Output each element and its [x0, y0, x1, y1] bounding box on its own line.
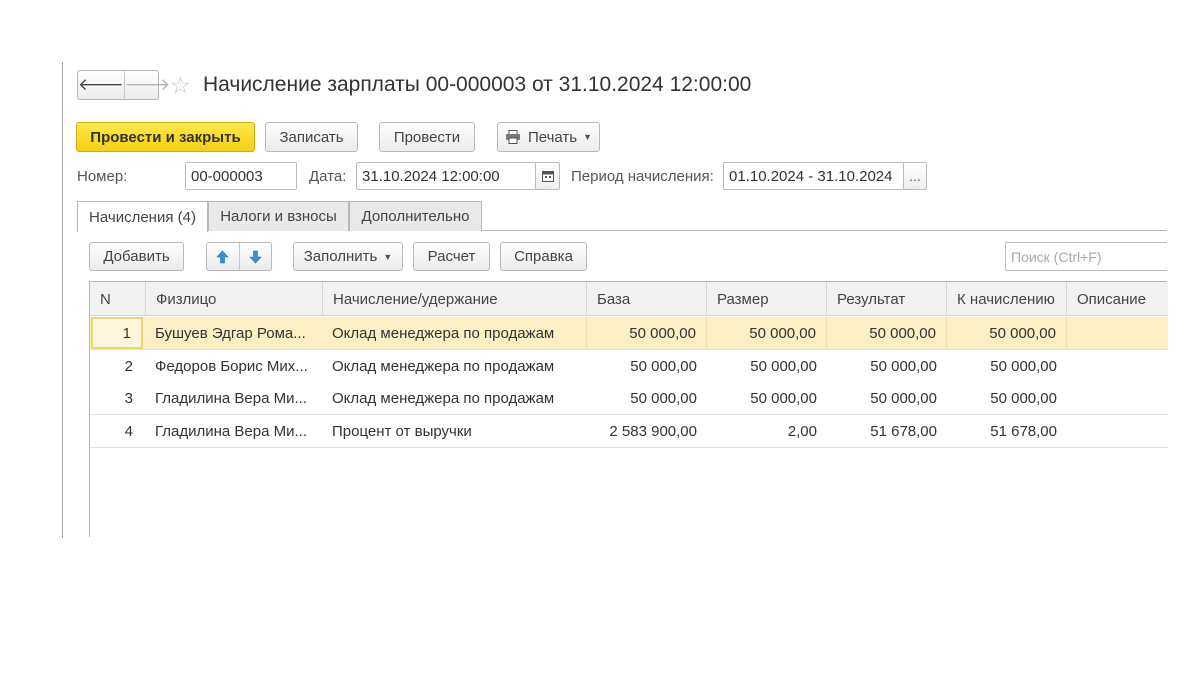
printer-icon — [505, 130, 521, 144]
post-and-close-button[interactable]: Провести и закрыть — [76, 122, 255, 152]
left-divider — [62, 62, 63, 538]
row-number: 3 — [124, 389, 133, 407]
base-cell[interactable]: 50 000,00 — [587, 350, 707, 382]
calendar-icon[interactable] — [535, 162, 560, 190]
table-row[interactable]: 2 Федоров Борис Мих... Оклад менеджера п… — [90, 350, 1168, 383]
post-button[interactable]: Провести — [379, 122, 475, 152]
date-field[interactable]: 31.10.2024 12:00:00 — [356, 162, 536, 190]
table-header: N Физлицо Начисление/удержание База Разм… — [90, 282, 1168, 316]
size-cell[interactable]: 2,00 — [707, 415, 827, 447]
move-row-buttons — [206, 242, 272, 271]
person-cell[interactable]: Бушуев Эдгар Рома... — [146, 317, 323, 349]
column-header-description[interactable]: Описание — [1067, 282, 1168, 316]
move-down-arrow-icon[interactable] — [238, 243, 272, 270]
document-window: 🡐 🡒 ☆ Начисление зарплаты 00-000003 от 3… — [0, 0, 1200, 675]
page-title: Начисление зарплаты 00-000003 от 31.10.2… — [203, 73, 752, 96]
row-number: 4 — [124, 422, 133, 440]
column-header-n[interactable]: N — [90, 282, 146, 316]
base-cell[interactable]: 50 000,00 — [587, 317, 707, 349]
column-header-result[interactable]: Результат — [827, 282, 947, 316]
person-cell[interactable]: Федоров Борис Мих... — [146, 350, 323, 382]
add-button[interactable]: Добавить — [89, 242, 184, 271]
base-cell[interactable]: 2 583 900,00 — [587, 415, 707, 447]
accrual-cell[interactable]: Оклад менеджера по продажам — [323, 382, 587, 414]
accrual-cell[interactable]: Оклад менеджера по продажам — [323, 350, 587, 382]
to-accrue-cell[interactable]: 50 000,00 — [947, 382, 1067, 414]
star-icon[interactable]: ☆ — [170, 71, 191, 99]
forward-arrow-icon[interactable]: 🡒 — [123, 71, 170, 99]
base-cell[interactable]: 50 000,00 — [587, 382, 707, 414]
move-up-arrow-icon[interactable] — [207, 243, 239, 270]
size-cell[interactable]: 50 000,00 — [707, 382, 827, 414]
period-label: Период начисления: — [571, 168, 714, 185]
person-cell[interactable]: Гладилина Вера Ми... — [146, 382, 323, 414]
fill-button-label: Заполнить — [303, 248, 378, 265]
history-nav: 🡐 🡒 — [77, 70, 170, 100]
print-button-label: Печать — [527, 128, 578, 146]
help-button[interactable]: Справка — [500, 242, 587, 271]
fill-button[interactable]: Заполнить ▼ — [293, 242, 403, 271]
column-header-to-accrue[interactable]: К начислению — [947, 282, 1067, 316]
result-cell[interactable]: 50 000,00 — [827, 350, 947, 382]
table-row[interactable]: 3 Гладилина Вера Ми... Оклад менеджера п… — [90, 382, 1168, 415]
number-label: Номер: — [77, 168, 128, 185]
chevron-down-icon: ▼ — [383, 251, 393, 262]
column-header-person[interactable]: Физлицо — [146, 282, 323, 316]
period-select-button[interactable]: ... — [903, 162, 927, 190]
to-accrue-cell[interactable]: 51 678,00 — [947, 415, 1067, 447]
table-row[interactable]: 4 Гладилина Вера Ми... Процент от выручк… — [90, 415, 1168, 448]
tab-additional[interactable]: Дополнительно — [349, 201, 482, 231]
description-cell[interactable] — [1067, 415, 1168, 447]
back-arrow-icon[interactable]: 🡐 — [78, 71, 124, 99]
column-header-size[interactable]: Размер — [707, 282, 827, 316]
number-field[interactable]: 00-000003 — [185, 162, 297, 190]
column-header-base[interactable]: База — [587, 282, 707, 316]
person-cell[interactable]: Гладилина Вера Ми... — [146, 415, 323, 447]
to-accrue-cell[interactable]: 50 000,00 — [947, 350, 1067, 382]
accrual-cell[interactable]: Оклад менеджера по продажам — [323, 317, 587, 349]
size-cell[interactable]: 50 000,00 — [707, 350, 827, 382]
description-cell[interactable] — [1067, 382, 1168, 414]
tab-taxes[interactable]: Налоги и взносы — [208, 201, 349, 231]
to-accrue-cell[interactable]: 50 000,00 — [947, 317, 1067, 349]
chevron-down-icon: ▼ — [583, 132, 593, 142]
result-cell[interactable]: 50 000,00 — [827, 382, 947, 414]
result-cell[interactable]: 50 000,00 — [827, 317, 947, 349]
date-label: Дата: — [309, 168, 347, 185]
description-cell[interactable] — [1067, 350, 1168, 382]
print-button[interactable]: Печать ▼ — [497, 122, 600, 152]
search-input[interactable]: Поиск (Ctrl+F) — [1005, 242, 1167, 271]
accruals-table: N Физлицо Начисление/удержание База Разм… — [89, 281, 1168, 537]
size-cell[interactable]: 50 000,00 — [707, 317, 827, 349]
table-row[interactable]: 1 Бушуев Эдгар Рома... Оклад менеджера п… — [90, 317, 1168, 350]
row-number: 1 — [91, 317, 143, 349]
tab-accruals[interactable]: Начисления (4) — [77, 201, 208, 232]
save-button[interactable]: Записать — [265, 122, 358, 152]
description-cell[interactable] — [1067, 317, 1168, 349]
row-number: 2 — [124, 357, 133, 375]
accrual-cell[interactable]: Процент от выручки — [323, 415, 587, 447]
calculate-button[interactable]: Расчет — [413, 242, 490, 271]
period-field[interactable]: 01.10.2024 - 31.10.2024 — [723, 162, 904, 190]
result-cell[interactable]: 51 678,00 — [827, 415, 947, 447]
column-header-accrual[interactable]: Начисление/удержание — [323, 282, 587, 316]
